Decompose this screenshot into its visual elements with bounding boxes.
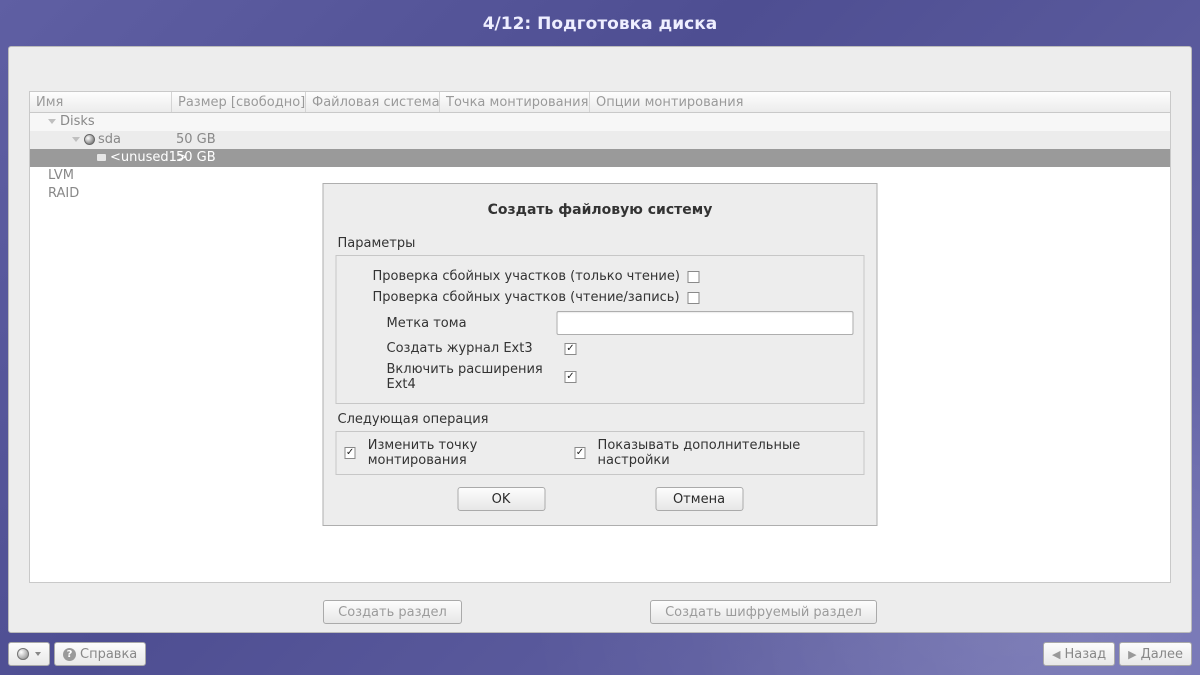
tree-label-disks: Disks	[60, 114, 95, 129]
dialog-title: Создать файловую систему	[328, 188, 873, 234]
help-label: Справка	[80, 647, 137, 662]
next-op-section-label: Следующая операция	[328, 410, 873, 431]
change-mount-checkbox[interactable]	[345, 447, 356, 459]
disk-icon	[84, 134, 95, 145]
back-button[interactable]: ◀ Назад	[1043, 642, 1115, 666]
create-encrypted-button[interactable]: Создать шифруемый раздел	[650, 600, 877, 624]
partition-icon	[96, 153, 107, 162]
params-section-label: Параметры	[328, 234, 873, 255]
tree-row-sda[interactable]: sda 50 GB	[30, 131, 1170, 149]
next-label: Далее	[1141, 647, 1183, 662]
main-panel: Имя Размер [свободно] Файловая система Т…	[8, 46, 1192, 633]
create-partition-button[interactable]: Создать раздел	[323, 600, 462, 624]
nav-bar: ? Справка ◀ Назад ▶ Далее	[0, 639, 1200, 675]
step-title: 4/12: Подготовка диска	[0, 0, 1200, 46]
tree-row-unused[interactable]: <unused1> 50 GB	[30, 149, 1170, 167]
help-icon: ?	[63, 648, 76, 661]
col-mount[interactable]: Точка монтирования	[440, 92, 590, 112]
tree-row-disks[interactable]: Disks	[30, 113, 1170, 131]
ext3-journal-label: Создать журнал Ext3	[387, 341, 557, 356]
back-label: Назад	[1064, 647, 1106, 662]
check-rw-label: Проверка сбойных участков (чтение/запись…	[373, 290, 680, 305]
check-ro-checkbox[interactable]	[688, 271, 700, 283]
col-size[interactable]: Размер [свободно]	[172, 92, 306, 112]
check-ro-label: Проверка сбойных участков (только чтение…	[373, 269, 680, 284]
tree-label-raid: RAID	[48, 186, 79, 201]
tree-label-lvm: LVM	[48, 168, 74, 183]
change-mount-label: Изменить точку монтирования	[368, 438, 565, 468]
params-box: Проверка сбойных участков (только чтение…	[336, 255, 865, 404]
ok-button[interactable]: OK	[457, 487, 545, 511]
settings-button[interactable]	[8, 642, 50, 666]
help-button[interactable]: ? Справка	[54, 642, 146, 666]
chevron-left-icon: ◀	[1052, 648, 1060, 661]
col-opts[interactable]: Опции монтирования	[590, 92, 1170, 112]
tree-header: Имя Размер [свободно] Файловая система Т…	[29, 91, 1171, 113]
volume-label-input[interactable]	[557, 311, 854, 335]
chevron-down-icon	[35, 652, 41, 656]
gear-icon	[17, 648, 29, 660]
cancel-button[interactable]: Отмена	[655, 487, 743, 511]
ext3-journal-checkbox[interactable]	[565, 343, 577, 355]
tree-label-sda: sda	[98, 132, 121, 147]
next-op-box: Изменить точку монтирования Показывать д…	[336, 431, 865, 475]
create-fs-dialog: Создать файловую систему Параметры Прове…	[323, 183, 878, 526]
show-adv-checkbox[interactable]	[574, 447, 585, 459]
chevron-down-icon[interactable]	[48, 119, 56, 124]
volume-label-label: Метка тома	[387, 316, 557, 331]
tree-size-unused: 50 GB	[172, 149, 306, 167]
col-name[interactable]: Имя	[30, 92, 172, 112]
tree-size-sda: 50 GB	[172, 131, 306, 149]
show-adv-label: Показывать дополнительные настройки	[598, 438, 856, 468]
chevron-right-icon: ▶	[1128, 648, 1136, 661]
ext4-ext-label: Включить расширения Ext4	[387, 362, 557, 392]
check-rw-checkbox[interactable]	[688, 292, 700, 304]
panel-actions: Создать раздел Создать шифруемый раздел	[9, 600, 1191, 624]
ext4-ext-checkbox[interactable]	[565, 371, 577, 383]
next-button[interactable]: ▶ Далее	[1119, 642, 1192, 666]
chevron-down-icon[interactable]	[72, 137, 80, 142]
col-fs[interactable]: Файловая система	[306, 92, 440, 112]
